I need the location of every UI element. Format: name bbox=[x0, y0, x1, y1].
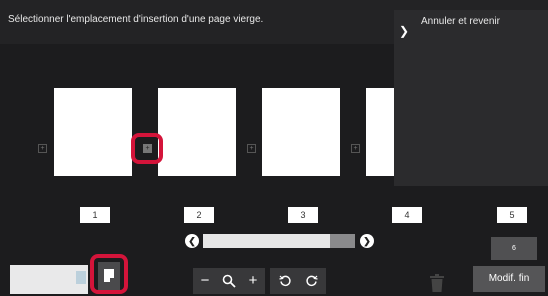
preview-area bbox=[10, 265, 88, 294]
page-number-4: 4 bbox=[392, 207, 422, 223]
insertion-point-0[interactable]: + bbox=[38, 144, 47, 153]
rotate-left-icon[interactable] bbox=[274, 268, 296, 294]
page-scrollbar[interactable] bbox=[203, 234, 355, 248]
scroll-left-button[interactable]: ❮ bbox=[185, 234, 199, 248]
rotate-controls bbox=[270, 268, 326, 294]
insertion-point-2[interactable]: + bbox=[247, 144, 256, 153]
zoom-out-button[interactable]: − bbox=[195, 268, 215, 294]
action-panel: ❯ Annuler et revenir bbox=[394, 10, 548, 186]
page-number-5: 5 bbox=[497, 207, 527, 223]
selection-highlight-tool bbox=[90, 254, 128, 294]
page-thumbnail-2[interactable] bbox=[158, 88, 236, 176]
page-thumbnail-3[interactable] bbox=[262, 88, 340, 176]
screen: Sélectionner l'emplacement d'insertion d… bbox=[0, 0, 548, 296]
panel-toggle-chevron-icon[interactable]: ❯ bbox=[394, 10, 414, 52]
instruction-text: Sélectionner l'emplacement d'insertion d… bbox=[8, 14, 264, 25]
scroll-right-button[interactable]: ❯ bbox=[360, 234, 374, 248]
insertion-point-3[interactable]: + bbox=[351, 144, 360, 153]
total-pages-badge: 6 bbox=[491, 237, 537, 260]
page-number-1: 1 bbox=[80, 207, 110, 223]
search-icon[interactable] bbox=[217, 268, 241, 294]
page-number-2: 2 bbox=[184, 207, 214, 223]
selection-highlight-insertion bbox=[131, 133, 163, 164]
document-preview-icon bbox=[76, 271, 86, 284]
finish-edit-button[interactable]: Modif. fin bbox=[473, 266, 545, 292]
scrollbar-thumb[interactable] bbox=[203, 234, 330, 248]
rotate-right-icon[interactable] bbox=[300, 268, 322, 294]
zoom-controls: − + bbox=[193, 268, 265, 294]
trash-icon[interactable] bbox=[429, 274, 445, 292]
zoom-in-button[interactable]: + bbox=[243, 268, 263, 294]
cancel-and-return-item[interactable]: Annuler et revenir bbox=[421, 16, 500, 27]
page-thumbnail-1[interactable] bbox=[54, 88, 132, 176]
page-number-3: 3 bbox=[288, 207, 318, 223]
